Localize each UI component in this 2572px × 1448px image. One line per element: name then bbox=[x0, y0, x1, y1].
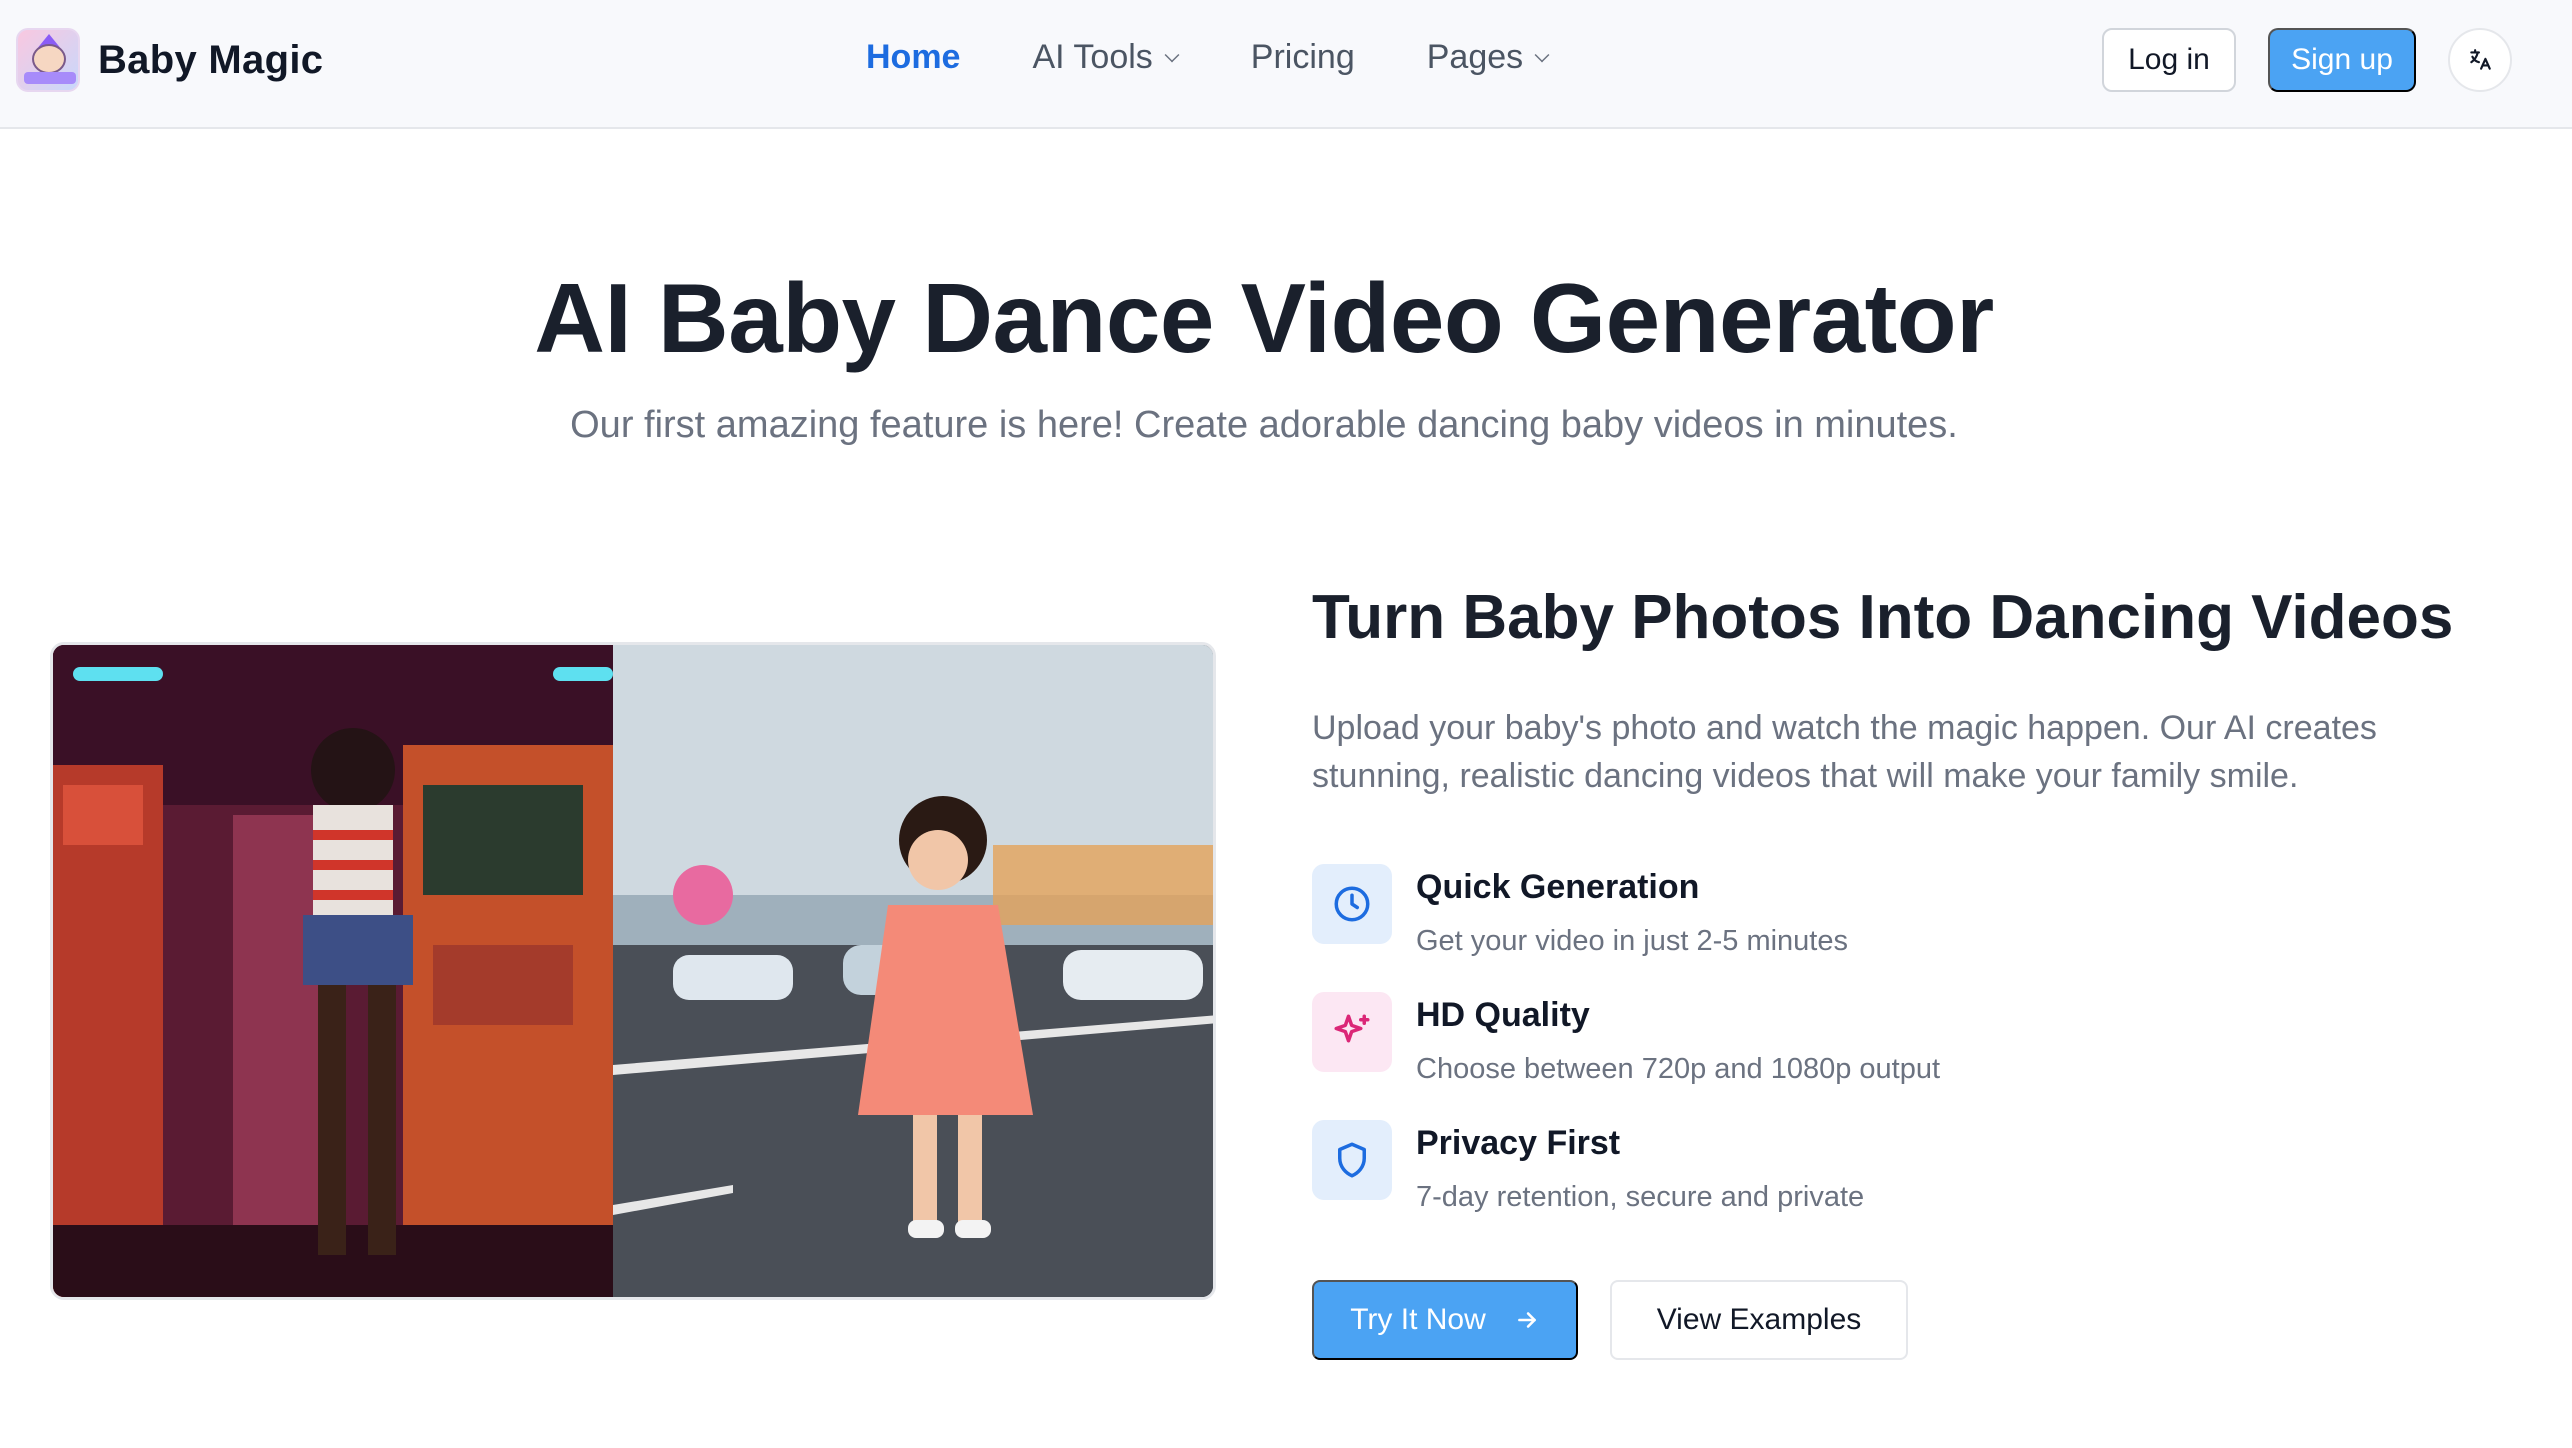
nav-item-label: Home bbox=[866, 38, 961, 76]
translate-icon bbox=[2470, 49, 2491, 70]
chevron-down-icon bbox=[1534, 47, 1550, 62]
chevron-down-icon bbox=[1164, 47, 1180, 62]
brand-name: Baby Magic bbox=[98, 37, 324, 82]
feature-title: Privacy First bbox=[1416, 1124, 1621, 1162]
features-heading: Turn Baby Photos Into Dancing Videos bbox=[1312, 583, 2454, 652]
nav-item-label: Pricing bbox=[1250, 38, 1355, 76]
features-description: Upload your baby's photo and watch the m… bbox=[1312, 709, 2377, 795]
feature-icon-box bbox=[1312, 992, 1392, 1072]
brand[interactable]: Baby Magic bbox=[16, 28, 323, 92]
nav-item-pricing[interactable]: Pricing bbox=[1251, 38, 1355, 77]
parking-lot-scene-image bbox=[613, 645, 1213, 1297]
demo-video-preview[interactable] bbox=[50, 642, 1216, 1300]
feature-hd-quality: HD Quality Choose between 720p and 1080p… bbox=[1312, 992, 1940, 1086]
view-examples-button[interactable]: View Examples bbox=[1610, 1280, 1908, 1360]
top-navbar: Baby Magic Home AI Tools Pricing Pages L… bbox=[0, 0, 2572, 129]
feature-icon-box bbox=[1312, 1120, 1392, 1200]
language-button[interactable] bbox=[2448, 28, 2512, 92]
page-title: AI Baby Dance Video Generator bbox=[534, 263, 1994, 373]
nav-item-label: Pages bbox=[1426, 38, 1524, 76]
feature-title: HD Quality bbox=[1416, 996, 1590, 1034]
feature-description: Choose between 720p and 1080p output bbox=[1416, 1053, 1941, 1085]
signup-button[interactable]: Sign up bbox=[2268, 28, 2416, 92]
login-button[interactable]: Log in bbox=[2102, 28, 2236, 92]
feature-icon-box bbox=[1312, 864, 1392, 944]
feature-description: 7-day retention, secure and private bbox=[1416, 1181, 1865, 1213]
feature-description: Get your video in just 2-5 minutes bbox=[1416, 925, 1848, 957]
feature-privacy-first: Privacy First 7-day retention, secure an… bbox=[1312, 1120, 1864, 1214]
shield-icon bbox=[1338, 1142, 1366, 1178]
try-it-now-button[interactable]: Try It Now bbox=[1312, 1280, 1578, 1360]
nav-item-pages[interactable]: Pages bbox=[1426, 38, 1550, 77]
try-it-now-label: Try It Now bbox=[1350, 1303, 1486, 1336]
demo-photo-baby-dancer bbox=[613, 645, 1213, 1297]
feature-quick-generation: Quick Generation Get your video in just … bbox=[1312, 864, 1848, 958]
arcade-scene-image bbox=[53, 645, 613, 1297]
feature-title: Quick Generation bbox=[1416, 868, 1700, 906]
nav-item-label: AI Tools bbox=[1032, 38, 1153, 76]
main-nav: Home AI Tools Pricing Pages bbox=[866, 38, 1621, 77]
nav-item-home[interactable]: Home bbox=[866, 38, 960, 77]
clock-icon bbox=[1334, 886, 1370, 922]
arrow-right-icon bbox=[1514, 1307, 1540, 1333]
baby-magic-logo-icon bbox=[16, 28, 80, 92]
demo-photo-arcade-dancer bbox=[53, 645, 613, 1297]
sparkles-icon bbox=[1334, 1014, 1370, 1043]
nav-item-ai-tools[interactable]: AI Tools bbox=[1032, 38, 1180, 77]
page-subtitle: Our first amazing feature is here! Creat… bbox=[570, 404, 1958, 446]
